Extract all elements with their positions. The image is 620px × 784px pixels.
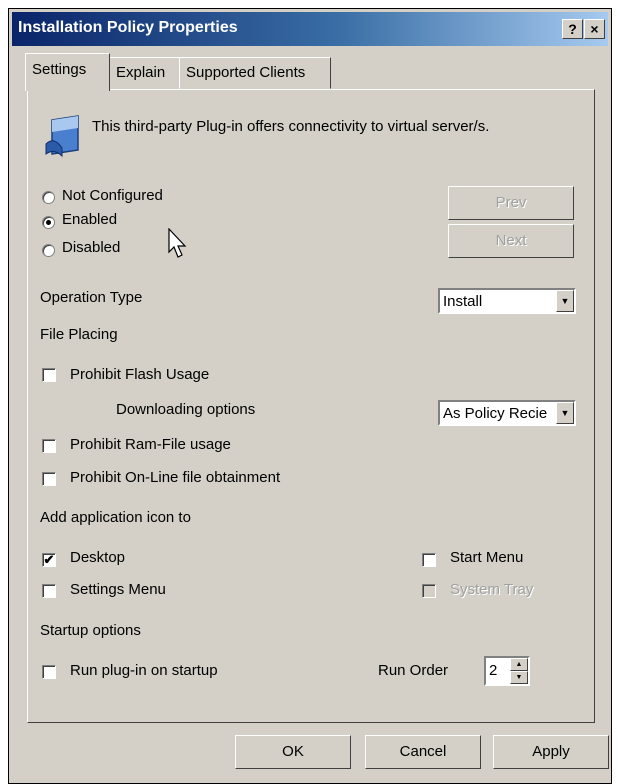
startup-options-label: Startup options	[40, 622, 141, 639]
prohibit-flash-checkbox[interactable]	[42, 368, 56, 382]
prohibit-online-label[interactable]: Prohibit On-Line file obtainment	[70, 469, 280, 486]
file-placing-label: File Placing	[40, 326, 118, 343]
run-on-startup-checkbox[interactable]	[42, 665, 56, 679]
prohibit-ram-label[interactable]: Prohibit Ram-File usage	[70, 436, 231, 453]
operation-type-select[interactable]: Install ▼	[438, 288, 576, 314]
prohibit-ram-checkbox[interactable]	[42, 439, 56, 453]
operation-type-value: Install	[443, 293, 483, 310]
cancel-button[interactable]: Cancel	[365, 735, 481, 769]
tab-supported-clients-label: Supported Clients	[186, 64, 306, 81]
system-tray-checkbox[interactable]	[422, 584, 436, 598]
chevron-down-icon[interactable]: ▼	[556, 402, 574, 424]
spin-down-icon[interactable]: ▼	[510, 671, 528, 684]
tab-settings[interactable]: Settings	[25, 53, 110, 91]
downloading-options-value: As Policy Recie	[443, 405, 548, 422]
start-menu-checkbox[interactable]	[422, 553, 436, 567]
tab-explain-label: Explain	[116, 64, 166, 81]
disabled-label[interactable]: Disabled	[62, 239, 120, 256]
desktop-checkbox[interactable]: ✔	[42, 553, 56, 567]
help-button[interactable]: ?	[562, 19, 583, 39]
properties-window: Installation Policy Properties ? × Setti…	[8, 8, 612, 784]
not-configured-label[interactable]: Not Configured	[62, 187, 163, 204]
disabled-radio[interactable]	[42, 244, 55, 257]
mouse-cursor-icon	[168, 228, 187, 258]
not-configured-radio[interactable]	[42, 191, 55, 204]
title-bar[interactable]: Installation Policy Properties ? ×	[12, 12, 608, 46]
tab-settings-label: Settings	[32, 61, 87, 78]
run-order-spinner[interactable]: 2 ▲ ▼	[484, 656, 530, 686]
tab-supported-clients[interactable]: Supported Clients	[179, 57, 331, 89]
run-on-startup-label[interactable]: Run plug-in on startup	[70, 662, 218, 679]
window-title: Installation Policy Properties	[18, 19, 238, 36]
operation-type-label: Operation Type	[40, 289, 143, 306]
enabled-radio[interactable]	[42, 216, 55, 229]
system-tray-label[interactable]: System Tray	[450, 581, 533, 598]
prev-button[interactable]: Prev	[448, 186, 574, 220]
enabled-label[interactable]: Enabled	[62, 211, 117, 228]
downloading-options-select[interactable]: As Policy Recie ▼	[438, 400, 576, 426]
prohibit-flash-label[interactable]: Prohibit Flash Usage	[70, 366, 209, 383]
start-menu-label[interactable]: Start Menu	[450, 549, 523, 566]
downloading-options-label: Downloading options	[116, 401, 256, 418]
ok-button[interactable]: OK	[235, 735, 351, 769]
apply-button[interactable]: Apply	[493, 735, 609, 769]
settings-panel: This third-party Plug-in offers connecti…	[27, 89, 595, 723]
settings-menu-label[interactable]: Settings Menu	[70, 581, 166, 598]
desktop-label[interactable]: Desktop	[70, 549, 125, 566]
plugin-description: This third-party Plug-in offers connecti…	[92, 118, 490, 135]
chevron-down-icon[interactable]: ▼	[556, 290, 574, 312]
next-button[interactable]: Next	[448, 224, 574, 258]
close-button[interactable]: ×	[584, 19, 605, 39]
plugin-icon	[45, 115, 79, 158]
tab-explain[interactable]: Explain	[109, 57, 180, 89]
settings-menu-checkbox[interactable]	[42, 584, 56, 598]
add-icon-label: Add application icon to	[40, 509, 191, 526]
prohibit-online-checkbox[interactable]	[42, 472, 56, 486]
run-order-label: Run Order	[378, 662, 449, 679]
run-order-value: 2	[489, 662, 498, 679]
spin-up-icon[interactable]: ▲	[510, 658, 528, 671]
